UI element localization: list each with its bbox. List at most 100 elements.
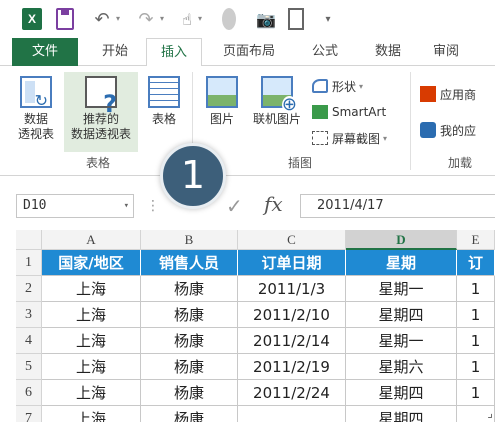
table-header-cell[interactable]: 星期 (346, 250, 457, 276)
my-apps-button[interactable]: 我的应 (420, 120, 495, 140)
shapes-label: 形状 (332, 79, 357, 94)
row-header-7[interactable]: 7 (16, 406, 42, 422)
select-all-corner[interactable] (16, 230, 42, 250)
group-label-addins: 加载 (448, 156, 473, 170)
online-picture-button[interactable]: 联机图片 (248, 76, 306, 127)
table-cell[interactable]: 杨康 (141, 354, 238, 380)
undo-icon[interactable]: ↶ (90, 8, 114, 30)
formula-bar: D10 ▾ ⋮ ✓ fx 2011/4/17 (0, 176, 495, 230)
smartart-icon (312, 105, 328, 119)
table-cell[interactable]: 上海 (42, 302, 141, 328)
redo-dropdown-icon[interactable]: ▾ (160, 14, 164, 23)
column-header-a[interactable]: A (42, 230, 141, 250)
row-header-4[interactable]: 4 (16, 328, 42, 354)
table-cell[interactable]: 1 (457, 302, 495, 328)
undo-dropdown-icon[interactable]: ▾ (116, 14, 120, 23)
circle-icon[interactable] (222, 8, 236, 30)
touch-mode-icon[interactable]: ☝ (178, 8, 196, 30)
table-cell[interactable]: 杨康 (141, 380, 238, 406)
table-cell[interactable] (238, 406, 346, 422)
row-header-6[interactable]: 6 (16, 380, 42, 406)
tab-page-layout[interactable]: 页面布局 (216, 38, 282, 66)
customize-qat-icon[interactable]: ▾ (322, 8, 334, 30)
group-label-tables: 表格 (86, 156, 111, 170)
tab-home[interactable]: 开始 (92, 38, 138, 66)
table-cell[interactable]: 2011/2/24 (238, 380, 346, 406)
online-picture-label: 联机图片 (252, 112, 301, 126)
table-button[interactable]: 表格 (144, 76, 184, 127)
tab-file[interactable]: 文件 (12, 38, 78, 66)
table-cell[interactable]: 2011/2/10 (238, 302, 346, 328)
table-cell[interactable]: 杨康 (141, 406, 238, 422)
picture-icon (206, 76, 238, 108)
table-cell[interactable]: 上海 (42, 354, 141, 380)
name-box-dropdown-icon[interactable]: ▾ (124, 195, 129, 217)
pivot-table-label-1: 数据 (23, 112, 48, 126)
insert-function-icon[interactable]: fx (264, 192, 283, 216)
table-cell[interactable]: 上海 (42, 406, 141, 422)
table-header-cell[interactable]: 销售人员 (141, 250, 238, 276)
table-icon (148, 76, 180, 108)
table-cell[interactable]: 星期四 (346, 380, 457, 406)
smartart-button[interactable]: SmartArt (312, 102, 386, 122)
row-header-1[interactable]: 1 (16, 250, 42, 276)
excel-logo-icon: X (22, 8, 42, 30)
column-header-d[interactable]: D (346, 230, 457, 250)
table-header-cell[interactable]: 订 (457, 250, 495, 276)
redo-icon[interactable]: ↷ (134, 8, 158, 30)
screenshot-button[interactable]: 屏幕截图 ▾ (312, 128, 387, 148)
group-label-illustrations: 插图 (288, 156, 313, 170)
table-cell[interactable]: 2011/2/19 (238, 354, 346, 380)
tab-insert[interactable]: 插入 (146, 38, 202, 67)
column-header-c[interactable]: C (238, 230, 346, 250)
row-header-5[interactable]: 5 (16, 354, 42, 380)
table-cell[interactable]: 星期一 (346, 276, 457, 302)
table-header-cell[interactable]: 国家/地区 (42, 250, 141, 276)
table-cell[interactable]: 星期六 (346, 354, 457, 380)
form-icon[interactable] (288, 8, 304, 30)
table-cell[interactable]: 上海 (42, 276, 141, 302)
name-box[interactable]: D10 ▾ (16, 194, 134, 218)
table-cell[interactable]: 1 (457, 328, 495, 354)
recommended-pivot-button[interactable]: 推荐的 数据透视表 (64, 72, 138, 152)
table-cell[interactable]: 杨康 (141, 302, 238, 328)
camera-icon[interactable]: 📷 (256, 8, 276, 30)
column-header-b[interactable]: B (141, 230, 238, 250)
table-cell[interactable]: 杨康 (141, 276, 238, 302)
apps-for-office-button[interactable]: 应用商 (420, 84, 495, 104)
pivot-table-button[interactable]: 数据 透视表 (14, 76, 58, 142)
enter-check-icon[interactable]: ✓ (226, 194, 243, 218)
save-icon[interactable] (56, 8, 74, 30)
table-cell[interactable]: 杨康 (141, 328, 238, 354)
shapes-icon (312, 79, 328, 93)
touch-dropdown-icon[interactable]: ▾ (198, 14, 202, 23)
table-header-cell[interactable]: 订单日期 (238, 250, 346, 276)
store-icon (420, 86, 436, 102)
column-header-e[interactable]: E (457, 230, 495, 250)
picture-button[interactable]: 图片 (202, 76, 242, 127)
table-cell[interactable]: 星期四 (346, 302, 457, 328)
tab-formulas[interactable]: 公式 (302, 38, 348, 66)
screenshot-dropdown-icon: ▾ (383, 133, 388, 143)
table-cell[interactable]: 2011/2/14 (238, 328, 346, 354)
formula-bar-grip-icon[interactable]: ⋮ (146, 198, 160, 214)
table-cell[interactable]: 1 (457, 276, 495, 302)
row-header-3[interactable]: 3 (16, 302, 42, 328)
ribbon-insert: 数据 透视表 推荐的 数据透视表 表格 表格 图片 联机图片 形状 ▾ Smar… (0, 66, 495, 176)
tab-review[interactable]: 审阅 (424, 38, 468, 66)
table-cell[interactable]: 1 (457, 380, 495, 406)
pivot-table-label-2: 透视表 (17, 127, 54, 141)
shapes-dropdown-icon: ▾ (359, 81, 364, 91)
shapes-button[interactable]: 形状 ▾ (312, 76, 363, 96)
table-cell[interactable]: 上海 (42, 380, 141, 406)
step-number-marker: 1 (160, 143, 226, 209)
tab-data[interactable]: 数据 (366, 38, 410, 66)
formula-input[interactable]: 2011/4/17 (300, 194, 495, 218)
row-header-2[interactable]: 2 (16, 276, 42, 302)
table-cell[interactable]: 2011/1/3 (238, 276, 346, 302)
table-cell[interactable]: 星期四 (346, 406, 457, 422)
table-cell[interactable]: 星期一 (346, 328, 457, 354)
table-cell[interactable]: 1 (457, 354, 495, 380)
table-cell[interactable]: 上海 (42, 328, 141, 354)
quick-access-toolbar: X ↶ ▾ ↷ ▾ ☝ ▾ 📷 ▾ (0, 0, 495, 38)
